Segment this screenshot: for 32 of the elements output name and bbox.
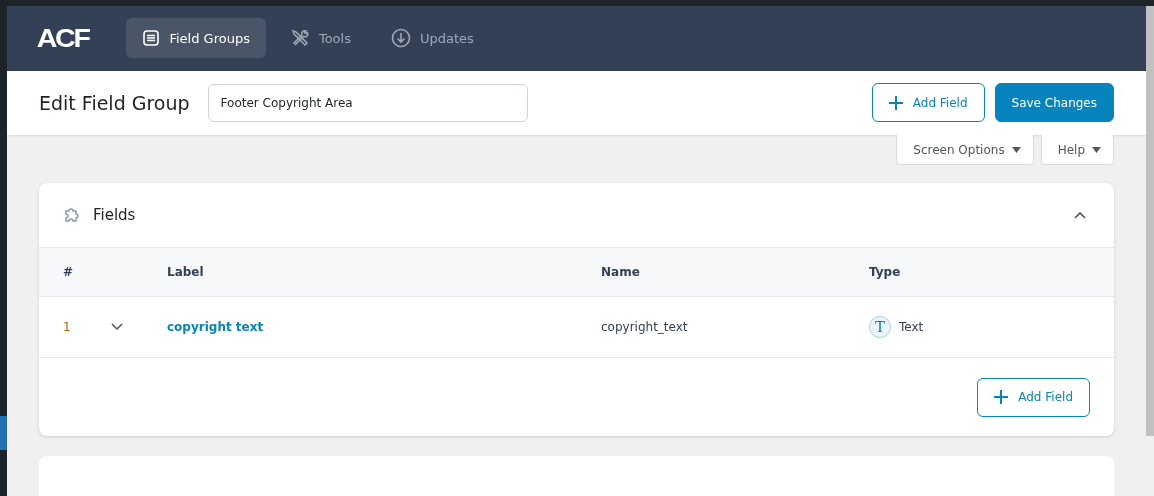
nav-tab[interactable]: Tools <box>273 18 367 59</box>
download-icon <box>390 28 411 49</box>
panel-title: Fields <box>93 206 136 224</box>
page-title: Edit Field Group <box>39 91 190 114</box>
caret-icon <box>1011 146 1021 153</box>
nav-tab[interactable]: Field Groups <box>126 18 266 59</box>
screen-meta-toggle[interactable]: Screen Options <box>896 135 1034 165</box>
column-header: Name <box>601 265 641 279</box>
column-header: # <box>63 265 75 279</box>
field-label-link[interactable]: copyright text <box>167 320 601 334</box>
field-type: Text <box>899 320 924 334</box>
field-name: copyright_text <box>601 320 689 334</box>
plus-icon <box>994 390 1009 404</box>
list-icon <box>142 29 161 48</box>
column-header: Label <box>167 265 205 279</box>
add-field-button[interactable]: Add Field <box>871 83 985 123</box>
text-type-icon: T <box>869 316 891 338</box>
chevron-down-icon[interactable] <box>111 323 123 331</box>
logo[interactable]: ACF <box>36 22 89 54</box>
scrollbar-thumb[interactable] <box>1146 6 1154 436</box>
caret-icon <box>1092 146 1101 153</box>
column-header: Type <box>869 265 901 279</box>
nav-tab[interactable]: Updates <box>374 18 490 59</box>
add-field-button[interactable]: Add Field <box>977 377 1090 417</box>
chevron-icon <box>1074 211 1086 219</box>
row-number: 1 <box>63 320 72 334</box>
admin-menu-current-marker <box>0 416 7 450</box>
title-field[interactable]: Footer Copyright Area <box>207 83 528 122</box>
screen-meta-toggle[interactable]: Help <box>1040 135 1114 165</box>
plus-icon <box>888 95 903 110</box>
save-changes-button[interactable]: Save Changes <box>994 83 1114 123</box>
tools-icon <box>289 28 310 49</box>
